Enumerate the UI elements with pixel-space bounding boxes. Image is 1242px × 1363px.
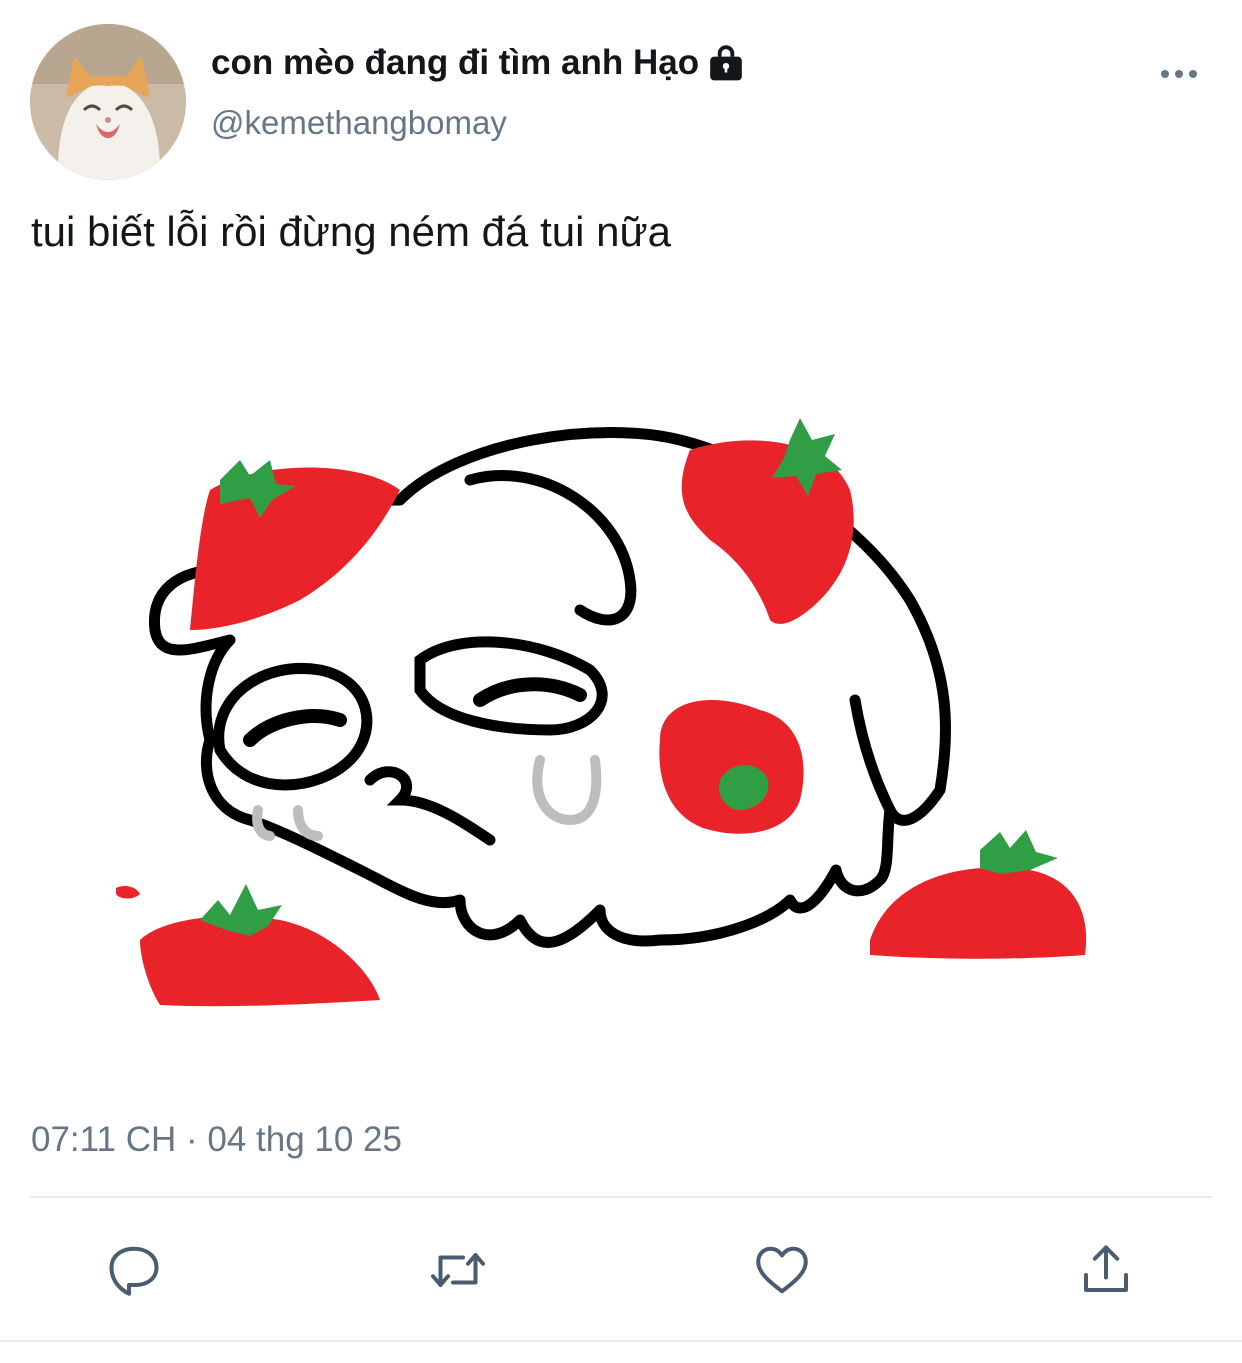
reply-button[interactable] — [102, 1236, 166, 1304]
display-name-text: con mèo đang đi tìm anh Hạo — [211, 43, 700, 82]
tweet-timestamp[interactable]: 07:11 CH · 04 thg 10 25 — [31, 1120, 402, 1160]
retweet-button[interactable] — [426, 1236, 490, 1304]
tweet-action-bar — [0, 1236, 1242, 1308]
reply-icon — [109, 1246, 159, 1296]
tweet-media-image[interactable] — [100, 400, 1110, 1040]
tweet-text: tui biết lỗi rồi đừng ném đá tui nữa — [31, 208, 671, 255]
bottom-divider — [0, 1340, 1242, 1342]
avatar[interactable] — [30, 24, 186, 180]
retweet-icon — [431, 1253, 485, 1287]
heart-icon — [756, 1246, 808, 1294]
divider — [30, 1196, 1212, 1198]
share-button[interactable] — [1074, 1236, 1138, 1304]
lock-icon — [707, 44, 745, 82]
author-handle[interactable]: @kemethangbomay — [211, 104, 507, 142]
like-button[interactable] — [750, 1236, 814, 1304]
author-display-name[interactable]: con mèo đang đi tìm anh Hạo — [211, 40, 745, 86]
more-horizontal-icon — [1161, 70, 1197, 78]
share-icon — [1084, 1245, 1128, 1292]
more-options-button[interactable] — [1152, 52, 1206, 96]
